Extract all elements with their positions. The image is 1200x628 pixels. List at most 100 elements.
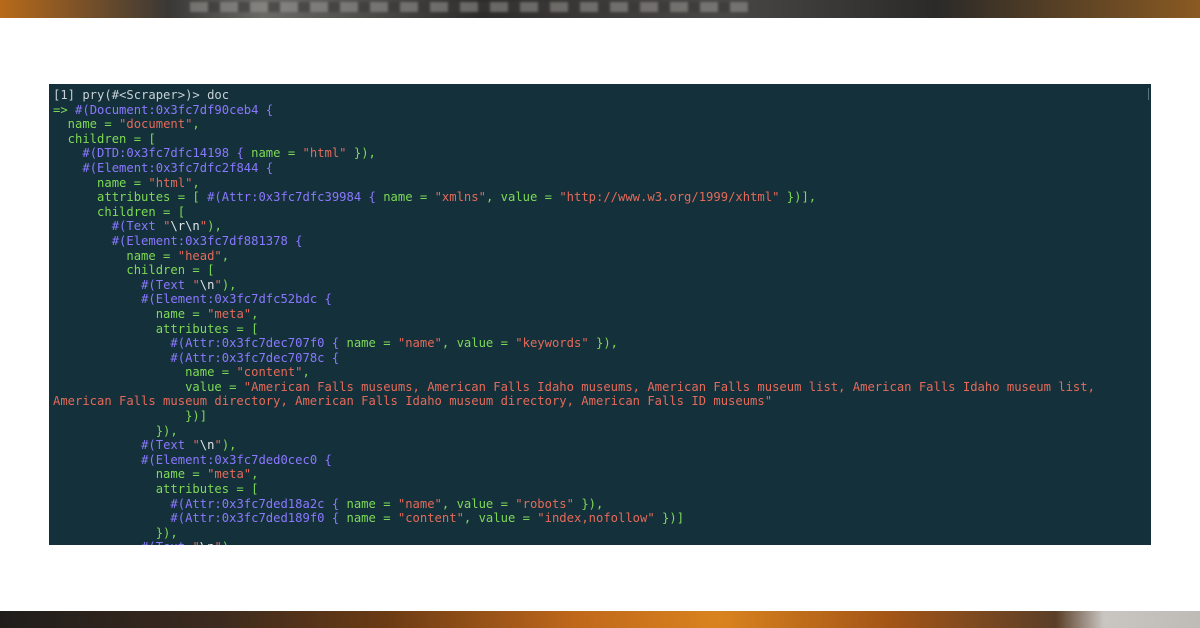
terminal-line: #(Attr:0x3fc7ded18a2c { name = "name", v… — [53, 497, 1151, 512]
terminal-token: name = — [53, 306, 208, 321]
terminal-token: #(Text — [141, 277, 193, 292]
terminal-token: "html" — [302, 146, 347, 161]
terminal-line: #(DTD:0x3fc7dfc14198 { name = "html" }), — [53, 146, 1151, 161]
terminal-token: name = — [53, 175, 149, 190]
terminal-line: [1] pry(#<Scraper>)> doc — [53, 88, 1151, 103]
terminal-token: name = — [339, 336, 398, 351]
terminal-token: #(Attr:0x3fc7ded18a2c { — [170, 496, 340, 511]
terminal-token: "American Falls museums, American Falls … — [243, 379, 1095, 394]
terminal-token: \n — [200, 540, 215, 545]
terminal-token: #(Text — [141, 438, 193, 453]
terminal-token: #(DTD:0x3fc7dfc14198 { — [82, 146, 244, 161]
terminal-token: \n — [199, 277, 215, 292]
terminal-token: attributes = [ — [53, 482, 259, 497]
terminal-token: " — [214, 438, 222, 453]
terminal-line: American Falls museum directory, America… — [53, 394, 1151, 409]
terminal-line: }), — [53, 526, 1151, 541]
terminal-token: , — [302, 365, 310, 380]
terminal-token: #(Element:0x3fc7dfc52bdc { — [141, 292, 332, 307]
terminal-token: , — [251, 467, 259, 482]
terminal-line: #(Element:0x3fc7dfc2f844 { — [53, 161, 1151, 176]
terminal-token: name = — [53, 117, 120, 132]
terminal-token: value = — [53, 379, 244, 394]
terminal-line: children = [ — [53, 132, 1151, 147]
terminal-line: }), — [53, 424, 1151, 439]
terminal-token: ), — [221, 438, 237, 453]
terminal-token: name = — [243, 146, 303, 161]
terminal-token: , — [192, 117, 200, 132]
terminal-token: #(Attr:0x3fc7dfc39984 { — [207, 190, 376, 205]
terminal-line: name = "head", — [53, 249, 1151, 264]
terminal-token: "html" — [148, 175, 193, 190]
terminal-token: }), — [573, 496, 604, 511]
terminal-token: name = — [53, 365, 237, 380]
terminal-output: [1] pry(#<Scraper>)> doc => #(Document:0x… — [53, 88, 1151, 545]
terminal-token: "meta" — [207, 467, 252, 482]
terminal-line: #(Text "\n"), — [53, 540, 1151, 545]
terminal-token: ), — [221, 277, 237, 292]
terminal-token: "meta" — [207, 306, 252, 321]
terminal-token: , — [221, 248, 230, 263]
terminal-line: #(Element:0x3fc7ded0cec0 { — [53, 453, 1151, 468]
terminal-line: #(Text "\r\n"), — [53, 219, 1151, 234]
terminal-line: #(Attr:0x3fc7dec707f0 { name = "name", v… — [53, 336, 1151, 351]
terminal-token: "document" — [119, 117, 193, 132]
terminal-token: "name" — [397, 336, 442, 351]
terminal-token: "index,nofollow" — [537, 511, 655, 526]
terminal-line: name = "document", — [53, 117, 1151, 132]
terminal-token: , value = — [463, 511, 538, 526]
terminal-token: name = — [339, 496, 398, 511]
terminal-token: #(Text — [141, 540, 192, 545]
terminal-token: }), — [588, 336, 619, 351]
terminal-token: }), — [53, 423, 178, 438]
terminal-token: , value = — [485, 190, 560, 205]
terminal-token: \n — [199, 438, 215, 453]
terminal-token: "http://www.w3.org/1999/xhtml" — [559, 190, 780, 205]
terminal-token: children = [ — [53, 204, 186, 219]
terminal-token: , value = — [441, 496, 516, 511]
terminal-window[interactable]: [1] pry(#<Scraper>)> doc => #(Document:0x… — [49, 84, 1151, 545]
terminal-token: , value = — [441, 336, 516, 351]
terminal-token: , — [192, 175, 200, 190]
blurred-keyboard-photo — [190, 2, 750, 12]
terminal-token: " — [192, 540, 199, 545]
bottom-photo-strip — [0, 611, 1200, 628]
terminal-token: ), — [207, 219, 222, 234]
terminal-token: "xmlns" — [434, 190, 486, 205]
terminal-line: => #(Document:0x3fc7df90ceb4 { — [53, 103, 1151, 118]
terminal-token: #(Element:0x3fc7df881378 { — [111, 233, 303, 248]
terminal-token: attributes = [ — [53, 190, 208, 205]
terminal-token: "keywords" — [515, 336, 589, 351]
terminal-token: "robots" — [515, 496, 574, 511]
terminal-token: ), — [222, 540, 237, 545]
terminal-token: #(Element:0x3fc7dfc2f844 { — [82, 160, 274, 175]
terminal-token: children = [ — [53, 263, 215, 278]
terminal-token: }), — [346, 146, 376, 161]
terminal-token: "content" — [236, 365, 303, 380]
terminal-line: name = "meta", — [53, 467, 1151, 482]
terminal-token: })] — [53, 409, 208, 424]
terminal-token: name = — [339, 511, 398, 526]
terminal-token: " — [214, 277, 222, 292]
terminal-token: "name" — [397, 496, 442, 511]
terminal-token: "head" — [177, 248, 222, 263]
terminal-token: " — [214, 540, 221, 545]
terminal-token: children = [ — [53, 131, 156, 146]
terminal-token: })] — [654, 511, 685, 526]
terminal-token: [1] pry(#<Scraper>)> doc — [53, 88, 230, 102]
terminal-token: attributes = [ — [53, 321, 259, 336]
terminal-token: \r\n — [170, 219, 200, 234]
terminal-line: #(Attr:0x3fc7dec7078c { — [53, 351, 1151, 366]
terminal-line: children = [ — [53, 205, 1151, 220]
terminal-line: })] — [53, 409, 1151, 424]
terminal-line: name = "content", — [53, 365, 1151, 380]
top-photo-strip — [0, 0, 1200, 18]
terminal-line: attributes = [ — [53, 482, 1151, 497]
